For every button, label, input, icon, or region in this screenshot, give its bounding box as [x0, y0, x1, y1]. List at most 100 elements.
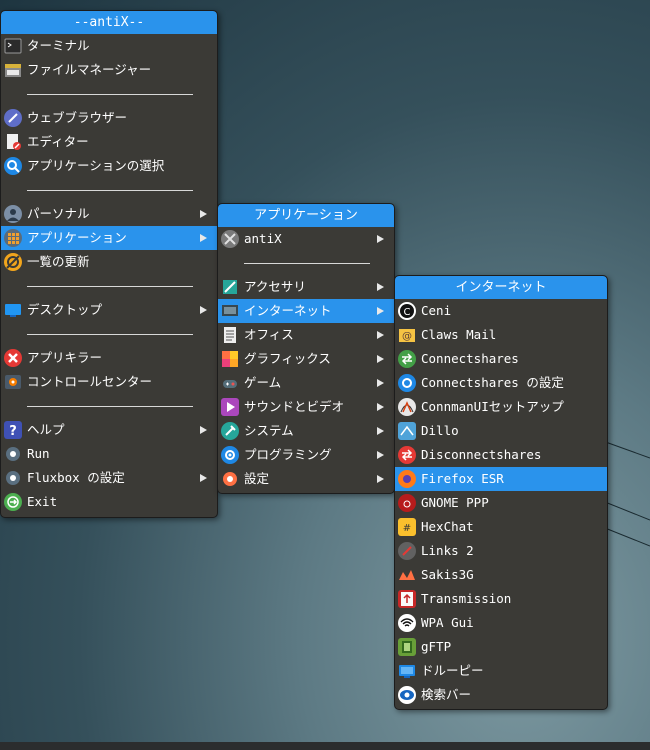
app-select-icon [4, 157, 22, 175]
internet-item-hexchat[interactable]: # HexChat [395, 515, 607, 539]
menu-separator [1, 274, 217, 298]
run-icon [4, 445, 22, 463]
graphics-icon [221, 350, 239, 368]
gftp-icon [398, 638, 416, 656]
submenu-arrow-icon [200, 474, 207, 482]
menu-item-file-manager[interactable]: ファイルマネージャー [1, 58, 217, 82]
internet-item-claws-mail[interactable]: @ Claws Mail [395, 323, 607, 347]
internet-item-disconnectshares[interactable]: Disconnectshares [395, 443, 607, 467]
apps-item-graphics[interactable]: グラフィックス [218, 347, 394, 371]
menu-separator [1, 322, 217, 346]
sound-video-icon [221, 398, 239, 416]
editor-icon [4, 133, 22, 151]
internet-item-connectshares[interactable]: Connectshares [395, 347, 607, 371]
links2-icon [398, 542, 416, 560]
ceni-icon: C [398, 302, 416, 320]
applications-icon [4, 229, 22, 247]
menu-item-editor[interactable]: エディター [1, 130, 217, 154]
fluxbox-settings-icon [4, 469, 22, 487]
games-icon [221, 374, 239, 392]
terminal-icon [4, 37, 22, 55]
exit-icon [4, 493, 22, 511]
accessories-icon [221, 278, 239, 296]
connectshares-icon [398, 350, 416, 368]
svg-text:@: @ [402, 331, 412, 342]
submenu-arrow-icon [377, 427, 384, 435]
menu-item-exit[interactable]: Exit [1, 490, 217, 514]
menu-item-web-browser[interactable]: ウェブブラウザー [1, 106, 217, 130]
menu-item-fluxbox-settings[interactable]: Fluxbox の設定 [1, 466, 217, 490]
menu-item-terminal[interactable]: ターミナル [1, 34, 217, 58]
menu-separator [1, 394, 217, 418]
menu-item-applications[interactable]: アプリケーション [1, 226, 217, 250]
settings-icon [221, 470, 239, 488]
internet-item-links2[interactable]: Links 2 [395, 539, 607, 563]
menu-item-run[interactable]: Run [1, 442, 217, 466]
menu-item-app-killer[interactable]: アプリキラー [1, 346, 217, 370]
web-browser-icon [4, 109, 22, 127]
control-center-icon [4, 373, 22, 391]
submenu-arrow-icon [377, 379, 384, 387]
internet-item-gftp[interactable]: gFTP [395, 635, 607, 659]
internet-item-search-bar[interactable]: 検索バー [395, 683, 607, 707]
apps-item-accessories[interactable]: アクセサリ [218, 275, 394, 299]
internet-item-dillo[interactable]: Dillo [395, 419, 607, 443]
connectshares-config-icon [398, 374, 416, 392]
internet-icon [221, 302, 239, 320]
submenu-arrow-icon [377, 403, 384, 411]
submenu-arrow-icon [200, 306, 207, 314]
svg-text:?: ? [9, 424, 17, 439]
file-manager-icon [4, 61, 22, 79]
applications-menu-title: アプリケーション [218, 204, 394, 227]
internet-menu-title: インターネット [395, 276, 607, 299]
apps-item-internet[interactable]: インターネット [218, 299, 394, 323]
submenu-arrow-icon [200, 210, 207, 218]
personal-icon [4, 205, 22, 223]
hexchat-icon: # [398, 518, 416, 536]
svg-text:#: # [403, 523, 411, 534]
internet-item-sakis3g[interactable]: Sakis3G [395, 563, 607, 587]
apps-item-settings[interactable]: 設定 [218, 467, 394, 491]
submenu-arrow-icon [200, 426, 207, 434]
svg-text:C: C [404, 307, 411, 318]
sakis3g-icon [398, 566, 416, 584]
apps-item-office[interactable]: オフィス [218, 323, 394, 347]
internet-item-connectshares-config[interactable]: Connectshares の設定 [395, 371, 607, 395]
menu-item-app-select[interactable]: アプリケーションの選択 [1, 154, 217, 178]
apps-item-antix[interactable]: antiX [218, 227, 394, 251]
wpa-gui-icon [398, 614, 416, 632]
internet-item-transmission[interactable]: Transmission [395, 587, 607, 611]
apps-item-games[interactable]: ゲーム [218, 371, 394, 395]
submenu-arrow-icon [377, 283, 384, 291]
submenu-arrow-icon [377, 475, 384, 483]
menu-item-control-center[interactable]: コントロールセンター [1, 370, 217, 394]
transmission-icon [398, 590, 416, 608]
submenu-arrow-icon [377, 451, 384, 459]
system-icon [221, 422, 239, 440]
apps-item-programming[interactable]: プログラミング [218, 443, 394, 467]
applications-menu: アプリケーション antiX アクセサリ インターネット オフィス グラフィック… [217, 203, 395, 494]
firefox-icon [398, 470, 416, 488]
apps-item-system[interactable]: システム [218, 419, 394, 443]
dillo-icon [398, 422, 416, 440]
menu-separator [1, 178, 217, 202]
menu-item-desktop[interactable]: デスクトップ [1, 298, 217, 322]
refresh-icon [4, 253, 22, 271]
submenu-arrow-icon [377, 355, 384, 363]
office-icon [221, 326, 239, 344]
internet-item-droopy[interactable]: ドルーピー [395, 659, 607, 683]
internet-item-connman[interactable]: ConnmanUIセットアップ [395, 395, 607, 419]
internet-item-ceni[interactable]: C Ceni [395, 299, 607, 323]
menu-item-refresh[interactable]: 一覧の更新 [1, 250, 217, 274]
search-bar-icon [398, 686, 416, 704]
menu-item-personal[interactable]: パーソナル [1, 202, 217, 226]
gnome-ppp-icon [398, 494, 416, 512]
menu-item-help[interactable]: ? ヘルプ [1, 418, 217, 442]
connman-icon [398, 398, 416, 416]
help-icon: ? [4, 421, 22, 439]
internet-item-firefox[interactable]: Firefox ESR [395, 467, 607, 491]
apps-item-sound-video[interactable]: サウンドとビデオ [218, 395, 394, 419]
internet-item-wpa-gui[interactable]: WPA Gui [395, 611, 607, 635]
main-menu: --antiX-- ターミナル ファイルマネージャー ウェブブラウザー エディタ… [0, 10, 218, 518]
internet-item-gnome-ppp[interactable]: GNOME PPP [395, 491, 607, 515]
